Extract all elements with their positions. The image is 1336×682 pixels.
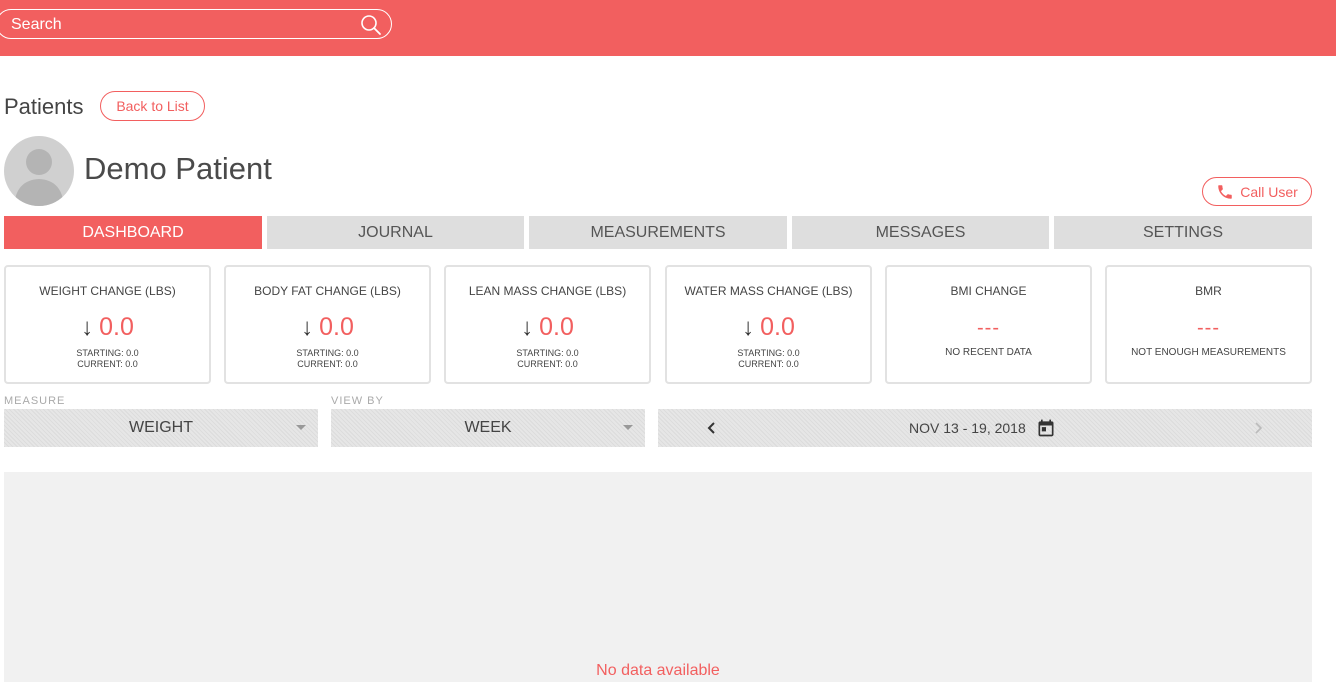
card-value: --- [1197, 317, 1220, 339]
lean-mass-change-card: LEAN MASS CHANGE (LBS) ↓ 0.0 STARTING: 0.… [444, 265, 651, 384]
patient-name: Demo Patient [84, 151, 272, 186]
tab-measurements[interactable]: MEASUREMENTS [529, 216, 787, 249]
body-fat-change-card: BODY FAT CHANGE (LBS) ↓ 0.0 STARTING: 0.0… [224, 265, 431, 384]
card-value: 0.0 [539, 313, 574, 341]
water-mass-change-card: WATER MASS CHANGE (LBS) ↓ 0.0 STARTING: 0… [665, 265, 872, 384]
viewby-label: VIEW BY [331, 395, 384, 407]
card-note: NO RECENT DATA [945, 347, 1032, 358]
tab-settings[interactable]: SETTINGS [1054, 216, 1312, 249]
no-data-message: No data available [596, 662, 720, 679]
bmi-change-card: BMI CHANGE --- NO RECENT DATA [885, 265, 1092, 384]
chevron-right-icon[interactable] [1248, 418, 1268, 438]
card-value: 0.0 [319, 313, 354, 341]
tab-journal[interactable]: JOURNAL [267, 216, 524, 249]
viewby-select[interactable]: WEEK [331, 409, 645, 447]
date-range-text: NOV 13 - 19, 2018 [909, 420, 1026, 436]
card-current: CURRENT: 0.0 [297, 359, 358, 369]
card-title: LEAN MASS CHANGE (LBS) [468, 284, 627, 298]
date-range-bar: NOV 13 - 19, 2018 [658, 409, 1312, 447]
card-starting: STARTING: 0.0 [737, 348, 800, 358]
card-starting: STARTING: 0.0 [296, 348, 359, 358]
viewby-value: WEEK [464, 419, 512, 436]
card-title: WEIGHT CHANGE (LBS) [39, 284, 176, 298]
user-silhouette-icon [14, 149, 64, 206]
bmr-card: BMR --- NOT ENOUGH MEASUREMENTS [1105, 265, 1312, 384]
arrow-down-icon: ↓ [521, 313, 534, 341]
avatar [4, 136, 74, 206]
card-value: 0.0 [99, 313, 134, 341]
tab-dashboard[interactable]: DASHBOARD [4, 216, 262, 249]
arrow-down-icon: ↓ [742, 313, 755, 341]
arrow-down-icon: ↓ [81, 313, 94, 341]
call-user-button[interactable]: Call User [1202, 177, 1312, 206]
card-title: BMI CHANGE [950, 284, 1027, 298]
measure-label: MEASURE [4, 395, 66, 407]
card-title: WATER MASS CHANGE (LBS) [684, 284, 853, 298]
calendar-icon[interactable] [1036, 418, 1056, 438]
call-user-label: Call User [1240, 183, 1298, 200]
card-current: CURRENT: 0.0 [77, 359, 138, 369]
card-title: BODY FAT CHANGE (LBS) [254, 284, 401, 298]
tab-bar: DASHBOARD JOURNAL MEASUREMENTS MESSAGES … [4, 216, 1312, 249]
chevron-left-icon[interactable] [702, 418, 722, 438]
card-starting: STARTING: 0.0 [516, 348, 579, 358]
card-current: CURRENT: 0.0 [738, 359, 799, 369]
back-to-list-button[interactable]: Back to List [100, 91, 205, 121]
tab-messages[interactable]: MESSAGES [792, 216, 1049, 249]
card-value: --- [977, 317, 1000, 339]
page-title: Patients [4, 94, 84, 119]
arrow-down-icon: ↓ [301, 313, 314, 341]
search-icon[interactable] [360, 14, 382, 36]
card-value: 0.0 [760, 313, 795, 341]
card-current: CURRENT: 0.0 [517, 359, 578, 369]
chart-area: No data available [4, 472, 1312, 682]
search-input[interactable] [9, 13, 343, 37]
phone-icon [1218, 184, 1232, 199]
card-starting: STARTING: 0.0 [76, 348, 139, 358]
top-bar [0, 0, 1336, 56]
weight-change-card: WEIGHT CHANGE (LBS) ↓ 0.0 STARTING: 0.0 CU… [4, 265, 211, 384]
card-note: NOT ENOUGH MEASUREMENTS [1131, 347, 1286, 358]
measure-select[interactable]: WEIGHT [4, 409, 318, 447]
card-title: BMR [1195, 284, 1222, 298]
caret-down-icon [623, 425, 633, 430]
caret-down-icon [296, 425, 306, 430]
search-box[interactable] [0, 9, 392, 39]
measure-value: WEIGHT [129, 419, 193, 436]
